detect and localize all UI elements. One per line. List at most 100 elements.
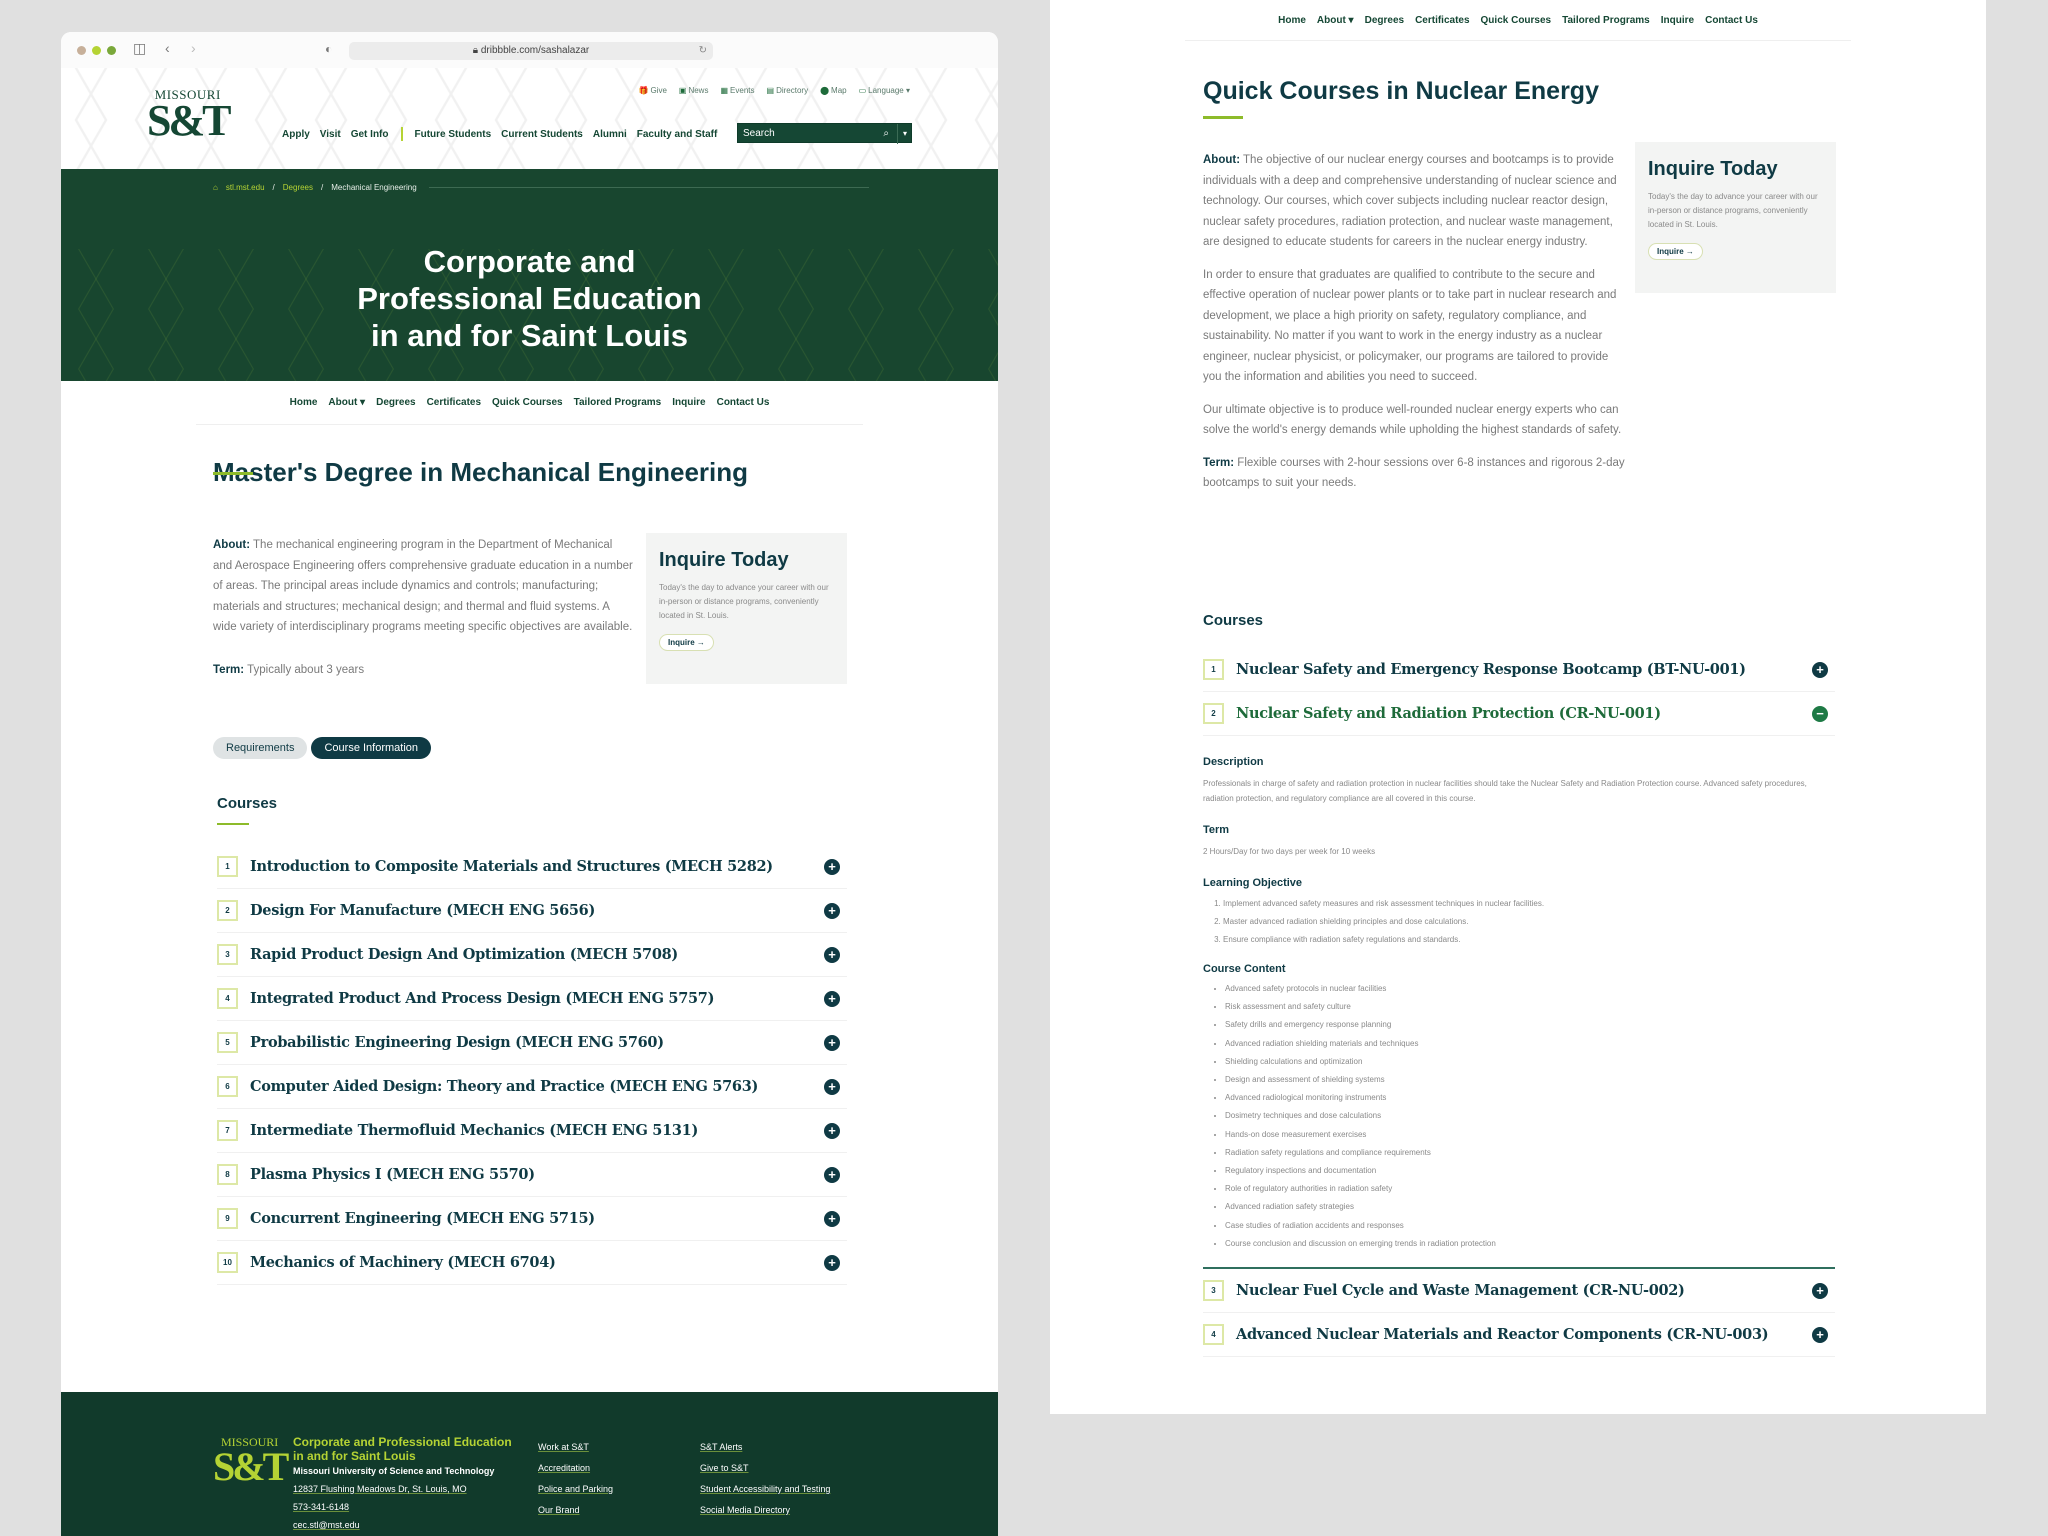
utility-nav-item[interactable]: ▦ Events <box>720 86 754 95</box>
subnav-contact[interactable]: Contact Us <box>717 397 770 408</box>
site-logo[interactable]: MISSOURI S&T <box>147 88 232 143</box>
course-row[interactable]: 5 Probabilistic Engineering Design (MECH … <box>217 1021 847 1065</box>
subnav-quick-courses[interactable]: Quick Courses <box>1481 15 1552 26</box>
subnav-about[interactable]: About ▾ <box>328 397 365 408</box>
course-row[interactable]: 2 Nuclear Safety and Radiation Protection… <box>1203 692 1835 736</box>
sidebar-toggle-icon[interactable]: ◫ <box>133 40 146 57</box>
course-row[interactable]: 1 Nuclear Safety and Emergency Response B… <box>1203 648 1835 692</box>
course-title[interactable]: Probabilistic Engineering Design (MECH E… <box>250 1034 664 1051</box>
course-title[interactable]: Introduction to Composite Materials and … <box>250 858 773 875</box>
search-input[interactable]: Search ⌕ ▾ <box>737 123 912 144</box>
subnav-home[interactable]: Home <box>290 397 318 408</box>
back-icon[interactable]: ‹ <box>165 40 170 56</box>
expand-icon[interactable]: + <box>824 990 840 1007</box>
expand-icon[interactable]: + <box>1812 1282 1828 1299</box>
subnav-tailored-programs[interactable]: Tailored Programs <box>574 397 662 408</box>
expand-icon[interactable]: + <box>824 1166 840 1183</box>
course-title[interactable]: Nuclear Safety and Radiation Protection … <box>1236 705 1661 722</box>
course-row[interactable]: 4 Advanced Nuclear Materials and Reactor … <box>1203 1313 1835 1358</box>
inquire-button[interactable]: Inquire → <box>659 634 714 651</box>
footer-address[interactable]: 12837 Flushing Meadows Dr, St. Louis, MO <box>293 1484 523 1494</box>
nav-alumni[interactable]: Alumni <box>593 129 627 140</box>
course-title[interactable]: Nuclear Fuel Cycle and Waste Management … <box>1236 1282 1685 1299</box>
subnav-certificates[interactable]: Certificates <box>1415 15 1469 26</box>
utility-nav-item[interactable]: ▤ Directory <box>767 86 809 95</box>
course-title[interactable]: Computer Aided Design: Theory and Practi… <box>250 1078 758 1095</box>
course-row[interactable]: 7 Intermediate Thermofluid Mechanics (MEC… <box>217 1109 847 1153</box>
footer-logo[interactable]: MISSOURI S&T <box>213 1436 289 1487</box>
minimize-window-button[interactable] <box>92 46 101 55</box>
subnav-certificates[interactable]: Certificates <box>427 397 481 408</box>
footer-link[interactable]: Work at S&T <box>538 1442 613 1452</box>
course-title[interactable]: Nuclear Safety and Emergency Response Bo… <box>1236 661 1746 678</box>
address-bar[interactable]: 🔒︎ dribbble.com/sashalazar ↻ <box>349 42 713 60</box>
utility-nav-item[interactable]: ⬤ Map <box>820 86 847 95</box>
course-row[interactable]: 10 Mechanics of Machinery (MECH 6704) + <box>217 1241 847 1285</box>
expand-icon[interactable]: + <box>1812 1326 1828 1343</box>
footer-link[interactable]: Student Accessibility and Testing <box>700 1484 830 1494</box>
subnav-contact[interactable]: Contact Us <box>1705 15 1758 26</box>
expand-icon[interactable]: + <box>824 1254 840 1271</box>
tab-course-information[interactable]: Course Information <box>311 737 432 759</box>
utility-nav-item[interactable]: ▭ Language ▾ <box>859 86 910 95</box>
course-title[interactable]: Integrated Product And Process Design (M… <box>250 990 714 1007</box>
subnav-about[interactable]: About ▾ <box>1317 15 1354 26</box>
inquire-button[interactable]: Inquire → <box>1648 243 1703 260</box>
subnav-quick-courses[interactable]: Quick Courses <box>492 397 563 408</box>
close-window-button[interactable] <box>77 46 86 55</box>
expand-icon[interactable]: + <box>824 1122 840 1139</box>
footer-phone[interactable]: 573-341-6148 <box>293 1502 523 1512</box>
expand-icon[interactable]: + <box>824 946 840 963</box>
course-title[interactable]: Plasma Physics I (MECH ENG 5570) <box>250 1166 535 1183</box>
breadcrumb-degrees[interactable]: Degrees <box>283 183 313 192</box>
nav-get-info[interactable]: Get Info <box>351 129 389 140</box>
footer-link[interactable]: S&T Alerts <box>700 1442 830 1452</box>
expand-icon[interactable]: + <box>824 858 840 875</box>
nav-current-students[interactable]: Current Students <box>501 129 583 140</box>
search-icon[interactable]: ⌕ <box>883 124 889 144</box>
course-row[interactable]: 8 Plasma Physics I (MECH ENG 5570) + <box>217 1153 847 1197</box>
course-title[interactable]: Mechanics of Machinery (MECH 6704) <box>250 1254 556 1271</box>
subnav-tailored-programs[interactable]: Tailored Programs <box>1562 15 1650 26</box>
nav-apply[interactable]: Apply <box>282 129 310 140</box>
course-row[interactable]: 9 Concurrent Engineering (MECH ENG 5715) + <box>217 1197 847 1241</box>
subnav-inquire[interactable]: Inquire <box>1661 15 1694 26</box>
expand-icon[interactable]: + <box>824 1078 840 1095</box>
footer-link[interactable]: Police and Parking <box>538 1484 613 1494</box>
course-row[interactable]: 6 Computer Aided Design: Theory and Pract… <box>217 1065 847 1109</box>
course-row[interactable]: 3 Nuclear Fuel Cycle and Waste Management… <box>1203 1269 1835 1314</box>
footer-link[interactable]: Give to S&T <box>700 1463 830 1473</box>
course-title[interactable]: Intermediate Thermofluid Mechanics (MECH… <box>250 1122 698 1139</box>
expand-icon[interactable]: + <box>824 1210 840 1227</box>
utility-nav-item[interactable]: 🎁 Give <box>638 86 666 95</box>
breadcrumb-home[interactable]: stl.mst.edu <box>226 183 265 192</box>
search-dropdown-icon[interactable]: ▾ <box>896 124 907 144</box>
expand-icon[interactable]: + <box>824 1034 840 1051</box>
course-title[interactable]: Design For Manufacture (MECH ENG 5656) <box>250 902 595 919</box>
nav-visit[interactable]: Visit <box>320 129 341 140</box>
reload-icon[interactable]: ↻ <box>699 42 707 60</box>
expand-icon[interactable]: + <box>824 902 840 919</box>
subnav-home[interactable]: Home <box>1278 15 1306 26</box>
course-title[interactable]: Advanced Nuclear Materials and Reactor C… <box>1236 1326 1769 1343</box>
subnav-degrees[interactable]: Degrees <box>376 397 415 408</box>
utility-nav-item[interactable]: ▣ News <box>679 86 709 95</box>
footer-link[interactable]: Social Media Directory <box>700 1505 830 1515</box>
course-title[interactable]: Rapid Product Design And Optimization (M… <box>250 946 678 963</box>
zoom-window-button[interactable] <box>107 46 116 55</box>
course-row[interactable]: 2 Design For Manufacture (MECH ENG 5656) + <box>217 889 847 933</box>
footer-link[interactable]: Accreditation <box>538 1463 613 1473</box>
course-row[interactable]: 1 Introduction to Composite Materials and… <box>217 845 847 889</box>
subnav-inquire[interactable]: Inquire <box>672 397 705 408</box>
collapse-icon[interactable]: − <box>1812 705 1828 722</box>
nav-future-students[interactable]: Future Students <box>415 129 492 140</box>
course-row[interactable]: 4 Integrated Product And Process Design (… <box>217 977 847 1021</box>
subnav-degrees[interactable]: Degrees <box>1365 15 1404 26</box>
footer-email[interactable]: cec.stl@mst.edu <box>293 1520 523 1530</box>
nav-faculty-staff[interactable]: Faculty and Staff <box>637 129 718 140</box>
forward-icon[interactable]: › <box>191 40 196 56</box>
footer-link[interactable]: Our Brand <box>538 1505 613 1515</box>
expand-icon[interactable]: + <box>1812 661 1828 678</box>
course-title[interactable]: Concurrent Engineering (MECH ENG 5715) <box>250 1210 595 1227</box>
privacy-shield-icon[interactable]: ◐ <box>325 42 332 56</box>
